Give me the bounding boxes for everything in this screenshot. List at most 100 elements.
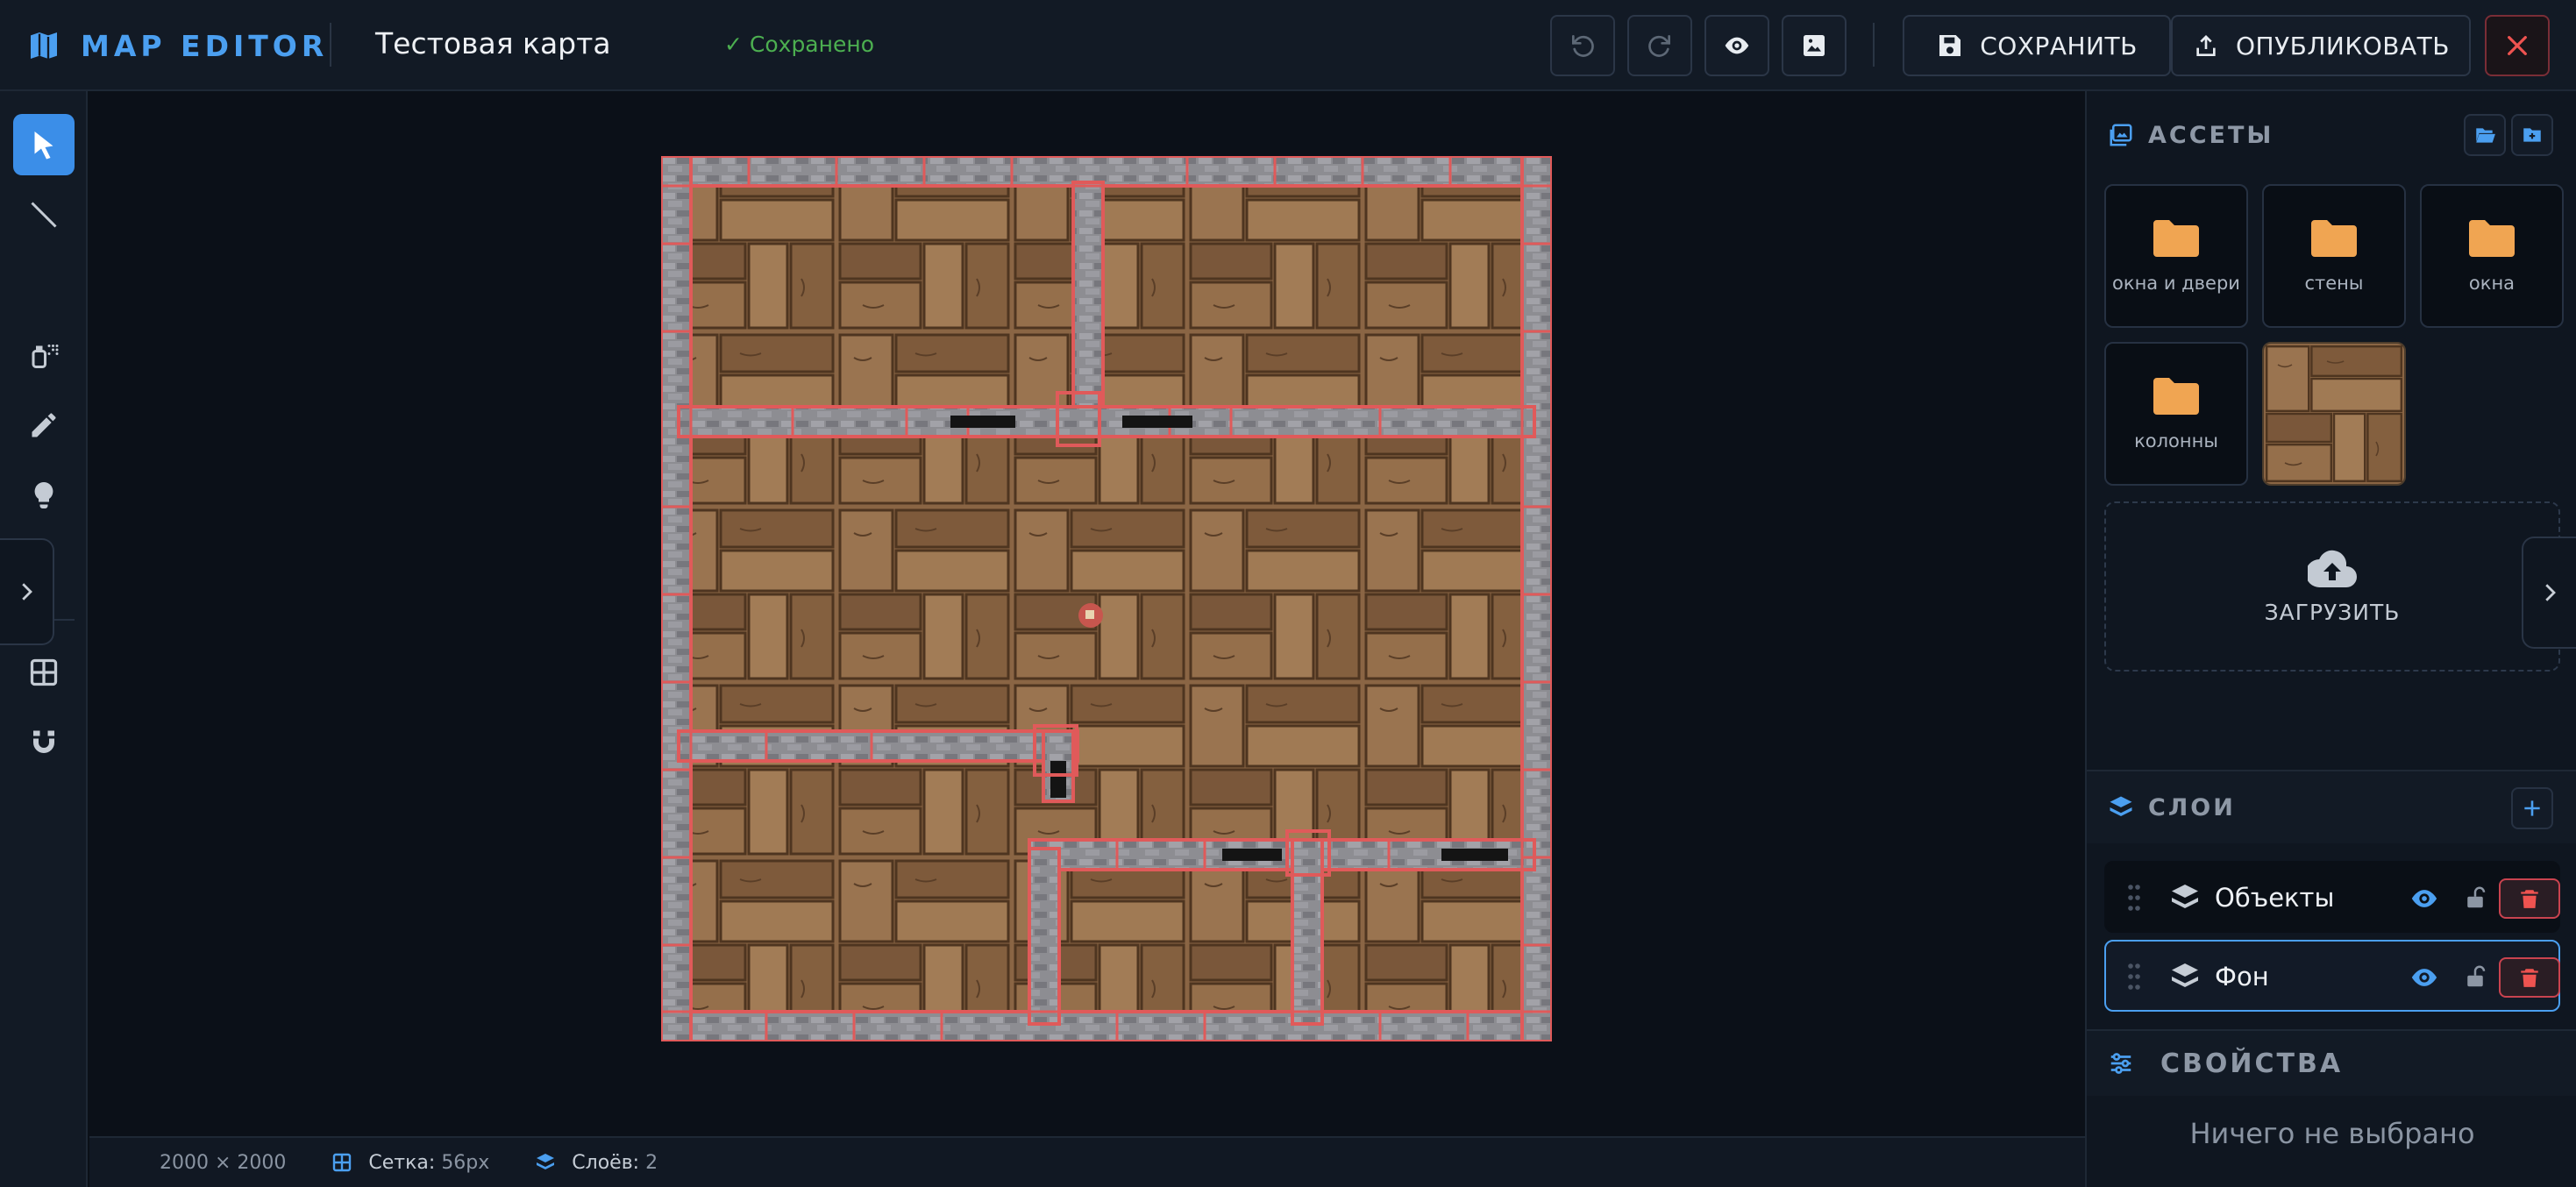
divider [1873,23,1875,67]
folder-open-icon [2476,128,2495,143]
trash-icon [2521,969,2538,987]
layers-icon [537,1154,555,1169]
asset-folder[interactable]: колонны [2104,342,2248,486]
delete-layer-button[interactable] [2499,878,2560,919]
add-layer-button[interactable] [2511,787,2553,829]
close-button[interactable] [2485,15,2550,76]
upload-icon [2196,35,2216,56]
cloud-upload-icon [2308,550,2357,587]
eye-icon[interactable] [2409,884,2439,913]
lightbulb-icon [34,482,53,508]
asset-folder[interactable]: стены [2262,184,2406,328]
save-label: СОХРАНИТЬ [1980,31,2138,60]
status-bar: 2000 × 2000 Сетка: 56px Слоёв: 2 [89,1136,2085,1187]
layer-row-selected[interactable]: Фон [2104,940,2560,1012]
redo-button[interactable] [1627,15,1692,76]
grid-icon [333,1153,352,1172]
layers-header: СЛОИ [2087,770,2576,843]
properties-empty-text: Ничего не выбрано [2189,1117,2475,1150]
folder-icon [2311,220,2357,257]
asset-folder[interactable]: окна [2420,184,2564,328]
folder-plus-icon [2523,128,2541,142]
cursor-arrow-icon [34,131,53,160]
close-icon [2508,36,2527,55]
map-canvas[interactable] [89,91,2085,1136]
map-preview[interactable] [661,156,1552,1041]
expand-right-drawer[interactable] [2522,537,2576,649]
folder-label: окна и двери [2112,273,2240,294]
save-status: ✓ Сохранено [724,32,874,57]
grid-toggle[interactable] [13,642,75,703]
layers-value: 2 [645,1151,658,1174]
open-folder-button[interactable] [2464,114,2506,156]
line-icon [31,202,57,228]
upload-label: ЗАГРУЗИТЬ [2264,599,2401,625]
pencil-tool[interactable] [13,394,75,456]
unlock-icon[interactable] [2462,963,2488,991]
plus-icon [2524,800,2540,816]
folder-label: окна [2468,273,2516,294]
publish-button[interactable]: ОПУБЛИКОВАТЬ [2171,15,2471,76]
layers-icon [2172,963,2198,987]
layer-name: Объекты [2215,883,2335,913]
chevron-right-icon [22,583,32,601]
drag-handle-icon[interactable] [2127,963,2141,991]
spray-tool[interactable] [13,324,75,386]
layers-icon [2108,794,2134,821]
undo-icon [1572,35,1594,57]
preview-button[interactable] [1704,15,1769,76]
drag-handle-icon[interactable] [2127,884,2141,912]
snap-toggle[interactable] [13,712,75,773]
layers-label: Слоёв: [572,1151,640,1174]
properties-title: СВОЙСТВА [2160,1048,2344,1079]
export-image-button[interactable] [1782,15,1847,76]
upload-dropzone[interactable]: ЗАГРУЗИТЬ [2104,501,2560,672]
spray-icon [32,345,59,368]
grid-icon [30,658,58,686]
redo-icon [1648,35,1670,57]
floppy-disk-icon [1939,35,1961,56]
save-button[interactable]: СОХРАНИТЬ [1903,15,2171,76]
layer-row[interactable]: Объекты [2104,861,2560,933]
layer-name: Фон [2215,962,2269,992]
divider [330,23,331,67]
new-folder-button[interactable] [2511,114,2553,156]
map-size: 2000 × 2000 [160,1151,287,1174]
eye-icon [1725,37,1749,54]
layer-count: Слоёв: 2 [535,1152,658,1174]
image-icon [1804,35,1825,56]
folder-label: стены [2304,273,2364,294]
delete-layer-button[interactable] [2499,957,2560,998]
grid-size: Сетка: 56px [331,1152,489,1174]
assets-title: АССЕТЫ [2148,121,2274,149]
pencil-icon [32,413,56,437]
assets-image-icon [2108,122,2134,148]
publish-label: ОПУБЛИКОВАТЬ [2236,31,2450,60]
unlock-icon[interactable] [2462,884,2488,912]
top-bar: MAP EDITOR Тестовая карта ✓ Сохранено СО… [0,0,2576,91]
map-title[interactable]: Тестовая карта [375,26,611,60]
chevron-right-icon [2545,584,2556,601]
sliders-icon [2108,1050,2134,1077]
undo-button[interactable] [1550,15,1615,76]
map-icon [31,32,57,59]
grid-label: Сетка: [368,1151,436,1174]
folder-label: колонны [2134,430,2218,451]
select-tool[interactable] [13,114,75,175]
brand-name: MAP EDITOR [81,28,329,63]
folder-icon [2469,220,2515,257]
magnet-icon [33,730,54,753]
properties-header: СВОЙСТВА [2087,1029,2576,1096]
asset-folder[interactable]: окна и двери [2104,184,2248,328]
assets-header: АССЕТЫ [2087,110,2576,160]
expand-left-drawer[interactable] [0,538,54,645]
folder-icon [2153,378,2199,415]
light-tool[interactable] [13,465,75,526]
eye-icon[interactable] [2409,963,2439,992]
layers-title: СЛОИ [2148,794,2236,821]
asset-thumbnail-wood-floor[interactable] [2262,342,2406,486]
layers-icon [2172,885,2198,908]
folder-icon [2153,220,2199,257]
trash-icon [2521,890,2538,908]
line-tool[interactable] [13,184,75,245]
